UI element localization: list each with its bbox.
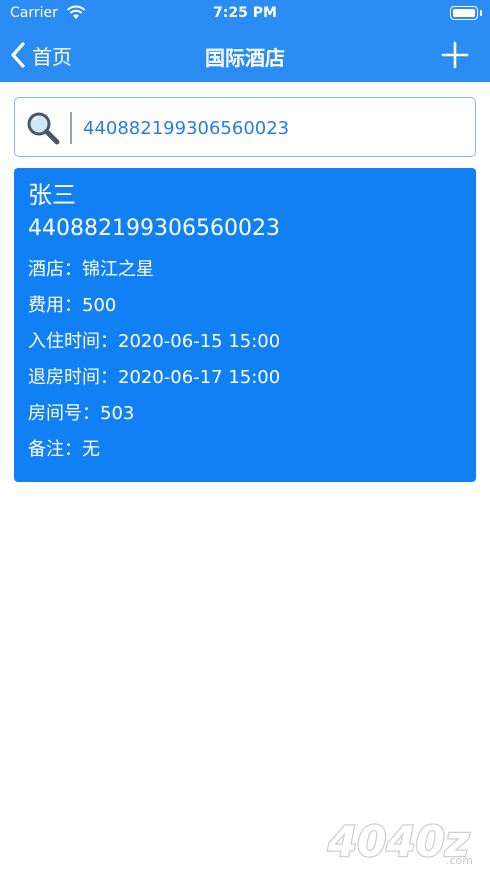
search-bar [14, 97, 476, 157]
cost-row: 费用：500 [28, 288, 462, 324]
note-label: 备注： [28, 439, 82, 460]
room-label: 房间号： [28, 403, 100, 424]
status-time: 7:25 PM [213, 5, 277, 21]
add-icon[interactable] [440, 40, 470, 70]
page-title: 国际酒店 [205, 46, 285, 70]
checkout-row: 退房时间：2020-06-17 15:00 [28, 360, 462, 396]
battery-icon [450, 6, 478, 20]
checkin-label: 入住时间： [28, 331, 118, 352]
hotel-row: 酒店：锦江之星 [28, 252, 462, 288]
note-row: 备注：无 [28, 432, 462, 468]
search-icon [27, 112, 60, 145]
checkin-value: 2020-06-15 15:00 [118, 331, 281, 352]
checkout-value: 2020-06-17 15:00 [118, 367, 281, 388]
watermark-logo: 4040z .com [326, 816, 473, 868]
status-bar: Carrier 7:25 PM [0, 0, 490, 28]
watermark-suffix: .com [446, 854, 473, 867]
guest-name: 张三 [28, 181, 76, 209]
cost-label: 费用： [28, 295, 82, 316]
room-value: 503 [100, 403, 135, 424]
checkin-row: 入住时间：2020-06-15 15:00 [28, 324, 462, 360]
hotel-value: 锦江之星 [82, 259, 154, 280]
checkout-label: 退房时间： [28, 367, 118, 388]
guest-id-number: 440882199306560023 [28, 216, 280, 241]
room-row: 房间号：503 [28, 396, 462, 432]
cost-value: 500 [82, 295, 117, 316]
battery-tip [480, 10, 482, 16]
search-divider [70, 112, 72, 144]
nav-bar: 首页 国际酒店 [0, 28, 490, 82]
note-value: 无 [82, 439, 100, 460]
hotel-label: 酒店： [28, 259, 82, 280]
search-input[interactable] [83, 110, 463, 146]
guest-record-card[interactable]: 张三 440882199306560023 酒店：锦江之星 费用：500 入住时… [14, 168, 476, 482]
